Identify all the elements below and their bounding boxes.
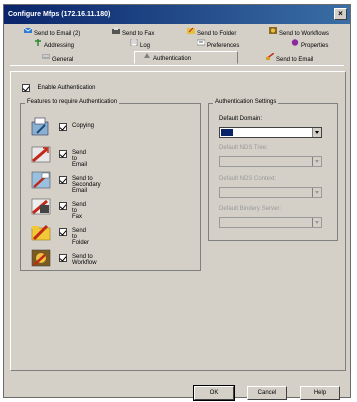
workflow-icon <box>31 248 51 268</box>
tab-label: Send to Fax <box>122 31 155 38</box>
close-button[interactable]: × <box>334 8 347 20</box>
secondary-email-icon <box>31 170 51 190</box>
nds-context-label: Default NDS Context: <box>219 176 277 182</box>
send-to-folder-label: Send to Folder <box>72 228 90 246</box>
enable-authentication-checkbox[interactable] <box>22 83 30 92</box>
bindery-server-select[interactable] <box>219 217 322 228</box>
addressing-tab-icon <box>34 39 42 52</box>
features-groupbox-title: Features to require Authentication <box>25 99 120 105</box>
tab-properties[interactable]: Properties <box>291 39 328 52</box>
title-bar: Configure Mfps (172.16.11.180) × <box>4 5 350 24</box>
authentication-tab-icon <box>143 52 151 65</box>
send-to-fax-checkbox[interactable] <box>59 202 67 210</box>
send-to-folder-checkbox[interactable] <box>59 228 67 236</box>
copier-icon <box>31 117 51 137</box>
chevron-down-icon[interactable] <box>312 218 321 227</box>
tab-label: Addressing <box>44 43 75 50</box>
tab-authentication[interactable]: Authentication <box>134 51 238 64</box>
tab-label: Send to Folder <box>197 31 237 38</box>
tab-label: Send to Workflows <box>279 31 329 38</box>
features-groupbox: Features to require Authentication Copyi… <box>20 99 201 271</box>
tab-addressing[interactable]: Addressing <box>34 39 74 52</box>
authentication-settings-groupbox: Authentication Settings Default Domain: … <box>208 99 338 241</box>
send-to-workflow-checkbox[interactable] <box>59 254 67 262</box>
authentication-settings-title: Authentication Settings <box>213 99 279 105</box>
send-to-email-checkbox[interactable] <box>59 150 67 158</box>
window-title: Configure Mfps (172.16.11.180) <box>8 11 111 18</box>
folder-tab-icon <box>187 27 195 40</box>
help-button[interactable]: Help <box>300 386 340 400</box>
nds-tree-label: Default NDS Tree: <box>219 145 268 151</box>
folder-icon <box>31 222 51 242</box>
fax-icon <box>31 196 51 216</box>
fax-tab-icon <box>112 27 120 40</box>
tab-label: Preferences <box>207 43 240 50</box>
enable-authentication-label: Enable Authentication <box>37 84 96 91</box>
copying-checkbox[interactable] <box>59 123 67 131</box>
send-to-email-label: Send to Email <box>72 150 88 168</box>
enable-authentication[interactable]: Enable Authentication <box>22 79 96 97</box>
chevron-down-icon[interactable] <box>312 128 321 137</box>
chevron-down-icon[interactable] <box>312 188 321 197</box>
workflow-tab-icon <box>269 27 277 40</box>
default-domain-select[interactable] <box>219 127 322 138</box>
chevron-down-icon[interactable] <box>312 157 321 166</box>
bindery-server-label: Default Bindery Server: <box>219 206 282 212</box>
configure-dialog: Configure Mfps (172.16.11.180) × Send to… <box>3 4 351 401</box>
nds-tree-select[interactable] <box>219 156 322 167</box>
default-domain-value <box>221 129 233 136</box>
ok-button[interactable]: OK <box>193 385 235 401</box>
email-icon <box>31 144 51 164</box>
tab-label: General <box>52 57 74 64</box>
nds-context-select[interactable] <box>219 187 322 198</box>
tab-label: Send to Email <box>276 57 314 64</box>
email-tab-icon <box>23 27 33 40</box>
tab-label: Authentication <box>153 56 192 63</box>
send-to-secondary-email-label: Send to Secondary Email <box>72 176 101 194</box>
send-to-secondary-email-checkbox[interactable] <box>59 176 67 184</box>
tab-divider <box>10 65 344 66</box>
send-to-workflow-label: Send to Workflow <box>72 254 97 266</box>
tab-label: Properties <box>301 43 329 50</box>
tab-label: Log <box>140 43 151 50</box>
properties-tab-icon <box>291 39 299 52</box>
default-domain-label: Default Domain: <box>219 116 263 122</box>
cancel-button[interactable]: Cancel <box>247 386 287 400</box>
copying-label: Copying <box>72 123 95 129</box>
tab-label: Send to Email (2) <box>34 31 81 38</box>
close-icon: × <box>338 9 343 18</box>
send-to-fax-label: Send to Fax <box>72 202 87 220</box>
